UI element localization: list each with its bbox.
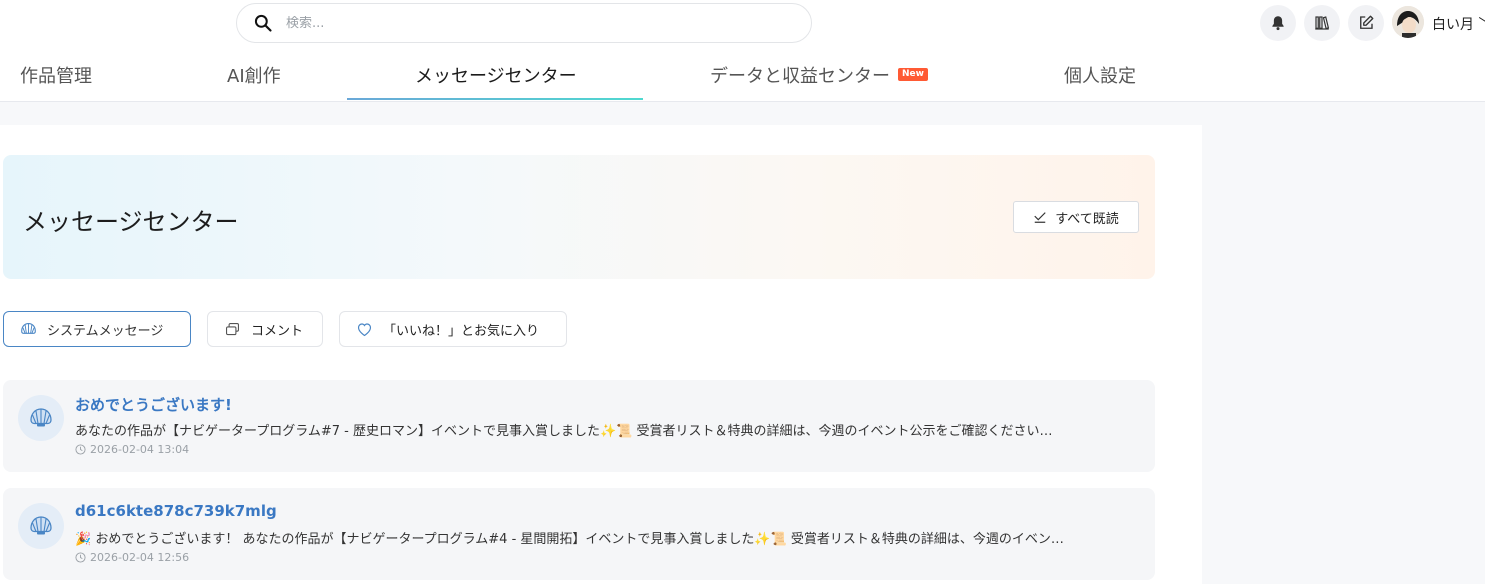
avatar-portrait-icon — [1392, 6, 1424, 38]
message-item[interactable]: d61c6kte878c739k7mlg 🎉 おめでとうございます！ あなたの作… — [3, 488, 1155, 580]
page-title: メッセージセンター — [23, 208, 239, 236]
message-body: あなたの作品が【ナビゲータープログラム#7 - 歴史ロマン】イベントで見事入賞し… — [75, 424, 1053, 439]
mark-all-read-button[interactable]: すべて既読 — [1013, 201, 1139, 233]
message-title: d61c6kte878c739k7mlg — [75, 502, 277, 520]
tab-ai-creation[interactable]: AI創作 — [227, 48, 281, 101]
tab-works[interactable]: 作品管理 — [20, 48, 92, 101]
message-body: 🎉 おめでとうございます！ あなたの作品が【ナビゲータープログラム#4 - 星間… — [75, 532, 1064, 547]
message-title: おめでとうございます! — [75, 396, 232, 414]
top-bar: 白い月 ﹀ — [0, 0, 1485, 48]
filter-likes-favorites[interactable]: 「いいね！」とお気に入り — [339, 311, 567, 347]
bell-icon — [1272, 16, 1284, 31]
message-avatar — [18, 395, 64, 441]
filter-label: コメント — [251, 323, 304, 339]
check-underline-icon — [1034, 212, 1046, 223]
message-avatar — [18, 503, 64, 549]
message-timestamp: 2026-02-04 13:04 — [90, 443, 190, 456]
tab-label: 個人設定 — [1064, 65, 1136, 87]
tab-personal-settings[interactable]: 個人設定 — [1064, 48, 1136, 101]
clock-icon — [75, 552, 86, 563]
shell-icon — [30, 516, 52, 535]
hero-banner: メッセージセンター すべて既読 — [3, 155, 1155, 279]
message-item[interactable]: おめでとうございます! あなたの作品が【ナビゲータープログラム#7 - 歴史ロマ… — [3, 380, 1155, 472]
search-icon — [254, 14, 272, 32]
tab-label: 作品管理 — [20, 65, 92, 87]
mark-all-read-label: すべて既読 — [1055, 211, 1119, 227]
tab-label: メッセージセンター — [415, 65, 577, 87]
notification-button[interactable] — [1260, 5, 1296, 41]
active-tab-indicator — [347, 98, 643, 100]
shell-icon — [30, 408, 52, 427]
filter-comments[interactable]: コメント — [207, 311, 323, 347]
search-input[interactable] — [286, 15, 766, 31]
tab-message-center[interactable]: メッセージセンター — [415, 48, 577, 101]
tab-label: AI創作 — [227, 65, 281, 87]
clock-icon — [75, 444, 86, 455]
filter-system-messages[interactable]: システムメッセージ — [3, 311, 191, 347]
shell-icon — [21, 322, 36, 334]
comment-icon — [225, 322, 240, 335]
filter-label: 「いいね！」とお気に入り — [383, 323, 540, 339]
filter-label: システムメッセージ — [47, 323, 164, 339]
avatar[interactable] — [1392, 6, 1424, 38]
heart-icon — [357, 322, 372, 336]
search-box[interactable] — [236, 3, 812, 43]
tab-label: データと収益センター — [710, 65, 890, 87]
username-dropdown[interactable]: 白い月 ﹀ — [1432, 14, 1485, 34]
edit-icon — [1360, 15, 1374, 29]
books-icon — [1315, 16, 1330, 30]
message-timestamp: 2026-02-04 12:56 — [90, 551, 190, 564]
write-button[interactable] — [1348, 5, 1384, 41]
main-tabs: 作品管理 AI創作 メッセージセンター データと収益センター New 個人設定 — [0, 48, 1485, 102]
tab-data-revenue[interactable]: データと収益センター New — [710, 48, 928, 101]
new-badge: New — [898, 68, 928, 81]
library-button[interactable] — [1304, 5, 1340, 41]
message-time: 2026-02-04 12:56 — [75, 551, 189, 564]
message-time: 2026-02-04 13:04 — [75, 443, 189, 456]
